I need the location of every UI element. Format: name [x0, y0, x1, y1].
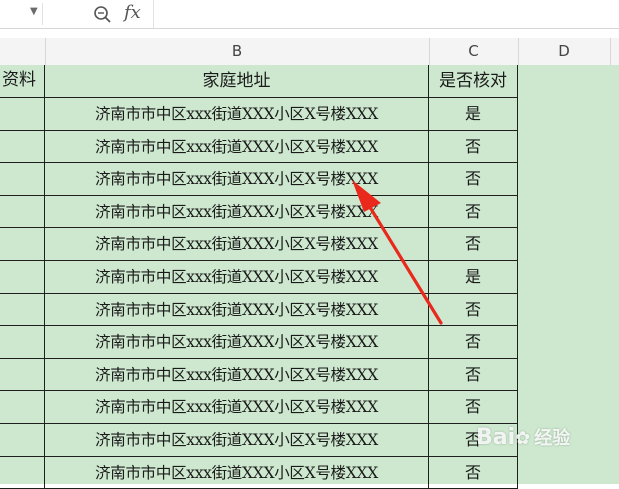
column-header-c[interactable]: C: [429, 38, 519, 65]
sheet-grid: 资料 家庭地址 是否核对 济南市市中区xxx街道XXX小区X号楼XXX 是济南市市…: [0, 65, 619, 489]
cell-verified[interactable]: 是: [429, 261, 518, 294]
cell-verified[interactable]: 否: [429, 293, 518, 327]
cell-address[interactable]: 济南市市中区xxx街道XXX小区X号楼XXX: [45, 163, 429, 196]
cell-left[interactable]: [0, 228, 45, 261]
formula-bar: ▼ fx: [0, 0, 619, 29]
watermark-brand: Bai: [476, 425, 516, 450]
cell-address[interactable]: 济南市市中区xxx街道XXX小区X号楼XXX: [45, 228, 429, 261]
cell-verified[interactable]: 否: [429, 163, 518, 196]
cell-address[interactable]: 济南市市中区xxx街道XXX小区X号楼XXX: [45, 293, 429, 327]
cell-verified[interactable]: 否: [429, 391, 518, 424]
cell-left[interactable]: [0, 130, 45, 164]
chevron-down-icon[interactable]: ▼: [30, 6, 38, 17]
cell-address[interactable]: 济南市市中区xxx街道XXX小区X号楼XXX: [45, 261, 429, 294]
cell-address[interactable]: 济南市市中区xxx街道XXX小区X号楼XXX: [45, 358, 429, 392]
cell-left[interactable]: [0, 163, 45, 196]
name-box[interactable]: ▼: [0, 3, 43, 25]
cell-left[interactable]: [0, 293, 45, 327]
cell-verified[interactable]: 否: [429, 326, 518, 359]
cell-left[interactable]: [0, 98, 45, 131]
cell-left[interactable]: [0, 261, 45, 294]
column-header-row: B C D: [0, 38, 619, 66]
column-header-a[interactable]: [0, 38, 46, 65]
cell-address[interactable]: 济南市市中区xxx街道XXX小区X号楼XXX: [45, 130, 429, 164]
cell-address[interactable]: 济南市市中区xxx街道XXX小区X号楼XXX: [45, 424, 429, 457]
column-header-b[interactable]: B: [45, 38, 430, 65]
cell-verified[interactable]: 否: [429, 228, 518, 261]
cell-left[interactable]: [0, 195, 45, 229]
cell-left[interactable]: [0, 326, 45, 359]
cell-address[interactable]: 济南市市中区xxx街道XXX小区X号楼XXX: [45, 456, 429, 489]
cell-verified[interactable]: 否: [429, 358, 518, 392]
cell-verified[interactable]: 否: [429, 195, 518, 229]
cell-address[interactable]: 济南市市中区xxx街道XXX小区X号楼XXX: [45, 98, 429, 131]
cell-left-header[interactable]: 资料: [0, 65, 45, 98]
formula-input[interactable]: [153, 0, 619, 28]
paw-icon: ✿: [515, 428, 531, 449]
cell-left[interactable]: [0, 358, 45, 392]
cell-verified[interactable]: 是: [429, 98, 518, 131]
cell-left[interactable]: [0, 424, 45, 457]
zoom-search-icon[interactable]: [92, 4, 114, 24]
fx-icon[interactable]: fx: [124, 2, 141, 23]
cell-verified[interactable]: 否: [429, 130, 518, 164]
cell-address[interactable]: 济南市市中区xxx街道XXX小区X号楼XXX: [45, 195, 429, 229]
cell-address[interactable]: 济南市市中区xxx街道XXX小区X号楼XXX: [45, 326, 429, 359]
cell-verified-header[interactable]: 是否核对: [429, 65, 518, 98]
watermark-text: 经验: [534, 428, 571, 449]
cell-address[interactable]: 济南市市中区xxx街道XXX小区X号楼XXX: [45, 391, 429, 424]
baidu-jingyan-watermark: Bai✿ 经验: [476, 424, 616, 464]
cell-address-header[interactable]: 家庭地址: [45, 65, 429, 98]
cell-left[interactable]: [0, 391, 45, 424]
cell-left[interactable]: [0, 456, 45, 489]
column-header-d[interactable]: D: [518, 38, 611, 65]
